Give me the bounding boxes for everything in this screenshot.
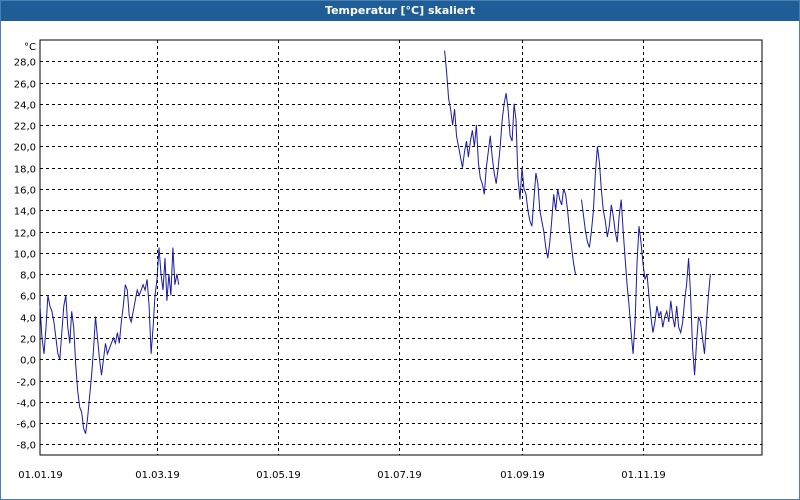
y-tick-label: 26,0	[14, 80, 36, 91]
y-tick-label: 16,0	[14, 186, 36, 197]
y-tick-label: 8,0	[20, 271, 36, 282]
y-tick-label: 10,0	[14, 250, 36, 261]
y-axis-unit-label: °C	[24, 42, 36, 53]
x-tick-label: 01.09.19	[500, 470, 545, 481]
y-tick-label: 2,0	[20, 335, 36, 346]
x-tick-label: 01.05.19	[256, 470, 301, 481]
x-tick-label: 01.01.19	[18, 470, 63, 481]
y-tick-label: 0,0	[20, 356, 36, 367]
y-tick-label: -6,0	[16, 420, 36, 431]
y-tick-label: -8,0	[16, 441, 36, 452]
y-tick-label: -4,0	[16, 399, 36, 410]
x-tick-label: 01.07.19	[377, 470, 422, 481]
y-tick-label: 6,0	[20, 292, 36, 303]
temperature-chart: 28,0 26,0 24,0 22,0 20,0 18,0 16,0 14,0 12,0 10,0…	[14, 39, 763, 481]
y-tick-label: -2,0	[16, 378, 36, 389]
x-tick-label: 01.03.19	[135, 470, 180, 481]
y-tick-label: 24,0	[14, 101, 36, 112]
y-tick-label: 4,0	[20, 314, 36, 325]
y-tick-label: 28,0	[14, 58, 36, 69]
y-tick-label: 22,0	[14, 122, 36, 133]
x-tick-label: 01.11.19	[621, 470, 666, 481]
y-tick-label: 20,0	[14, 143, 36, 154]
y-tick-label: 14,0	[14, 207, 36, 218]
y-tick-label: 12,0	[14, 229, 36, 240]
y-tick-label: 18,0	[14, 165, 36, 176]
plot-area	[39, 39, 763, 456]
